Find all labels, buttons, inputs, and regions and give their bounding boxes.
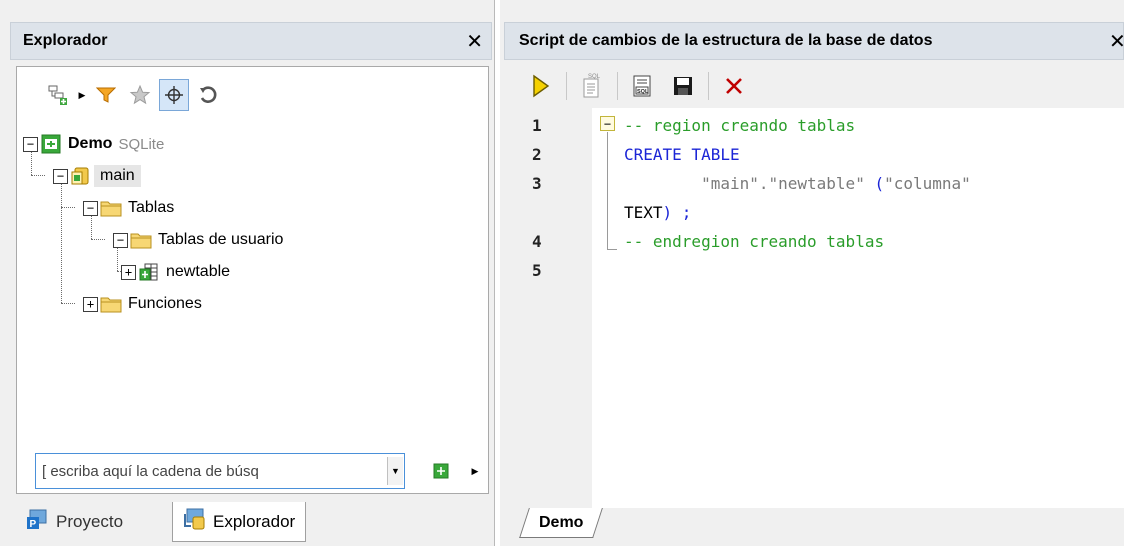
search-input[interactable] bbox=[35, 453, 405, 489]
tab-label: Proyecto bbox=[56, 512, 124, 531]
tab-label: Demo bbox=[539, 513, 584, 531]
explorer-bottom-tabs: P Proyecto Explorador bbox=[16, 500, 476, 546]
line-number: 5 bbox=[532, 261, 542, 280]
script-header: Script de cambios de la estructura de la… bbox=[504, 22, 1124, 60]
tab-proyecto[interactable]: P Proyecto bbox=[16, 502, 133, 542]
document-tabs: Demo bbox=[516, 508, 1124, 546]
tree-connector bbox=[61, 177, 62, 303]
tree-item-main[interactable]: − main bbox=[53, 161, 141, 191]
chevron-right-icon[interactable]: ▶ bbox=[77, 90, 87, 101]
code-line-3: "main"."newtable" ("columna" bbox=[624, 174, 971, 193]
tree-item-label: Funciones bbox=[128, 295, 202, 312]
explorer-panel: Explorador ✕ ▶ − Demo SQLite − main − Ta… bbox=[0, 0, 495, 546]
code-line-1: -- region creando tablas bbox=[624, 116, 856, 135]
chevron-right-icon[interactable]: ▶ bbox=[467, 461, 483, 481]
project-icon: P bbox=[26, 509, 50, 536]
tab-explorador[interactable]: Explorador bbox=[172, 502, 307, 542]
folder-icon bbox=[100, 293, 122, 315]
tree-item-newtable[interactable]: + newtable bbox=[121, 257, 230, 287]
expand-toggle[interactable]: + bbox=[83, 296, 98, 312]
code-paren: ) ; bbox=[662, 203, 692, 222]
toolbar-separator bbox=[617, 72, 618, 100]
chevron-down-icon[interactable]: ▼ bbox=[387, 457, 403, 485]
collapse-toggle[interactable]: − bbox=[83, 200, 98, 216]
schema-icon bbox=[70, 165, 92, 187]
script-title: Script de cambios de la estructura de la… bbox=[519, 32, 933, 49]
svg-text:SQL: SQL bbox=[588, 74, 601, 80]
line-number: 4 bbox=[532, 232, 542, 251]
save-icon[interactable] bbox=[668, 70, 698, 102]
script-close-button[interactable]: ✕ bbox=[1109, 29, 1124, 54]
toolbar-separator bbox=[708, 72, 709, 100]
explorer-body: ▶ − Demo SQLite − main − Tablas − Tablas… bbox=[16, 66, 489, 494]
explorer-icon bbox=[183, 508, 207, 535]
tree-item-user-tables[interactable]: − Tablas de usuario bbox=[113, 225, 283, 255]
close-icon[interactable] bbox=[719, 70, 749, 102]
fold-guide bbox=[607, 132, 608, 250]
table-icon bbox=[138, 261, 160, 283]
code-line-3-wrap: TEXT) ; bbox=[624, 203, 691, 222]
svg-text:P: P bbox=[30, 519, 37, 530]
script-toolbar: SQL SQL bbox=[526, 66, 749, 106]
code-line-4: -- endregion creando tablas bbox=[624, 232, 885, 251]
explorer-close-button[interactable]: ✕ bbox=[466, 29, 483, 54]
collapse-toggle[interactable]: − bbox=[23, 136, 38, 152]
refresh-icon[interactable] bbox=[193, 79, 223, 111]
line-number: 1 bbox=[532, 116, 542, 135]
fold-toggle[interactable]: − bbox=[600, 116, 615, 131]
favorites-icon[interactable] bbox=[125, 79, 155, 111]
explorer-tree: − Demo SQLite − main − Tablas − Tablas d… bbox=[17, 123, 484, 443]
code-type: TEXT bbox=[624, 203, 663, 222]
explorer-header: Explorador ✕ bbox=[10, 22, 492, 60]
database-connection-icon bbox=[40, 133, 62, 155]
tab-demo[interactable]: Demo bbox=[519, 508, 604, 538]
fold-guide-end bbox=[607, 249, 617, 250]
code-paren: ( bbox=[874, 174, 885, 193]
code-line-2: CREATE TABLE bbox=[624, 145, 740, 164]
tree-item-label: newtable bbox=[166, 263, 231, 280]
line-number: 2 bbox=[532, 145, 542, 164]
explorer-title: Explorador bbox=[23, 32, 108, 49]
tree-item-tablas[interactable]: − Tablas bbox=[83, 193, 174, 223]
locate-icon[interactable] bbox=[159, 79, 189, 111]
svg-text:SQL: SQL bbox=[637, 89, 649, 95]
collapse-toggle[interactable]: − bbox=[53, 168, 68, 184]
tree-item-label: Tablas de usuario bbox=[158, 231, 284, 248]
tree-item-label: Demo bbox=[68, 135, 113, 152]
code-identifier: "columna" bbox=[884, 174, 971, 193]
code-editor[interactable]: 1 2 3 4 5 − -- region creando tablas CRE… bbox=[516, 108, 1124, 508]
expand-toggle[interactable]: + bbox=[121, 264, 136, 280]
tree-connector bbox=[91, 239, 105, 240]
tab-label: Explorador bbox=[213, 511, 296, 531]
code-identifier: "main"."newtable" bbox=[701, 174, 865, 193]
toolbar-separator bbox=[566, 72, 567, 100]
tree-item-label: Tablas bbox=[128, 199, 175, 216]
line-number-gutter: 1 2 3 4 5 bbox=[516, 108, 592, 508]
filter-icon[interactable] bbox=[91, 79, 121, 111]
tree-connector bbox=[61, 303, 75, 304]
tree-item-label: main bbox=[94, 165, 141, 187]
tree-connector bbox=[31, 175, 45, 176]
tree-item-demo[interactable]: − Demo SQLite bbox=[23, 129, 164, 159]
sql-editor-icon[interactable]: SQL bbox=[577, 70, 607, 102]
database-kind-label: SQLite bbox=[118, 135, 165, 153]
collapse-toggle[interactable]: − bbox=[113, 232, 128, 248]
line-number: 3 bbox=[532, 174, 542, 193]
script-panel: Script de cambios de la estructura de la… bbox=[500, 0, 1124, 546]
open-sql-icon[interactable]: SQL bbox=[628, 70, 658, 102]
folder-icon bbox=[100, 197, 122, 219]
search-bar: ▼ ▶ bbox=[35, 453, 485, 489]
tree-item-funciones[interactable]: + Funciones bbox=[83, 289, 202, 319]
folder-icon bbox=[130, 229, 152, 251]
search-go-icon[interactable] bbox=[431, 461, 451, 481]
tree-connector bbox=[61, 207, 75, 208]
explorer-toolbar: ▶ bbox=[19, 69, 486, 121]
run-icon[interactable] bbox=[526, 70, 556, 102]
add-object-icon[interactable] bbox=[43, 79, 73, 111]
